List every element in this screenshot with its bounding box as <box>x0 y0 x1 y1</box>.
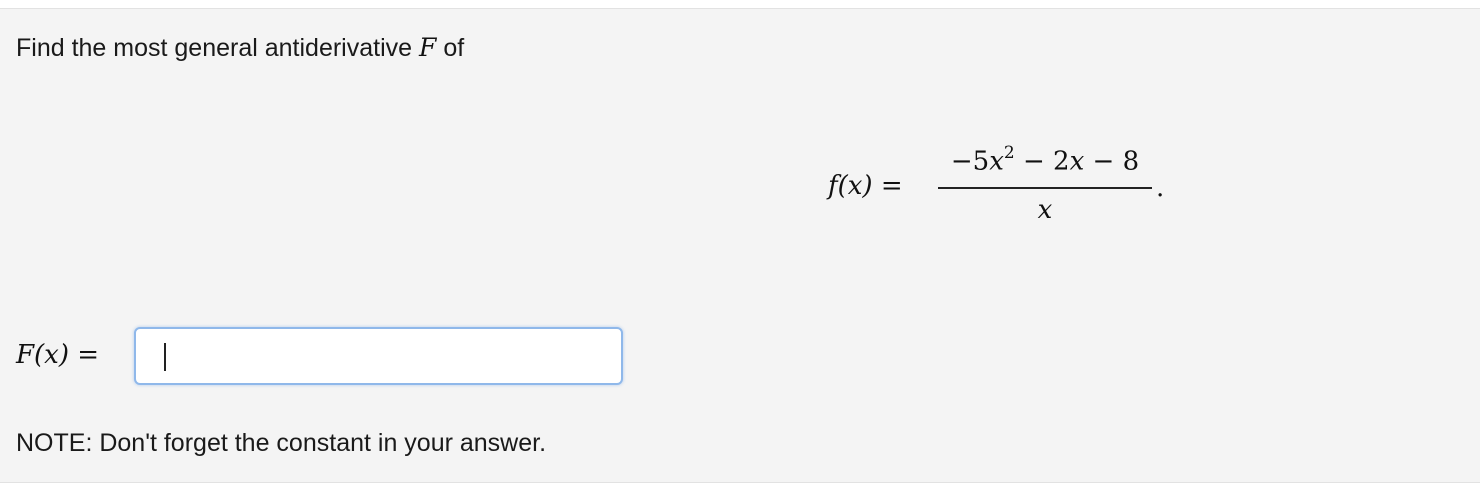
prompt-text: Find the most general antiderivative <box>16 34 413 62</box>
fraction-denominator: x <box>1037 195 1053 225</box>
equation-period: . <box>1156 173 1165 203</box>
note-text: NOTE: Don't forget the constant in your … <box>16 429 547 457</box>
fraction-numerator: −5x2 − 2x − 8 <box>950 143 1140 177</box>
text-cursor <box>164 343 166 371</box>
question-panel: Find the most general antiderivative F o… <box>0 8 1480 483</box>
fraction-bar <box>938 187 1152 189</box>
answer-input[interactable] <box>134 327 623 385</box>
prompt-suffix: of <box>443 34 465 62</box>
question-prompt: Find the most general antiderivative F o… <box>16 33 464 63</box>
equation-lhs: f(x) = <box>828 171 903 201</box>
prompt-variable: F <box>419 33 437 62</box>
answer-label: F(x) = <box>16 340 100 370</box>
